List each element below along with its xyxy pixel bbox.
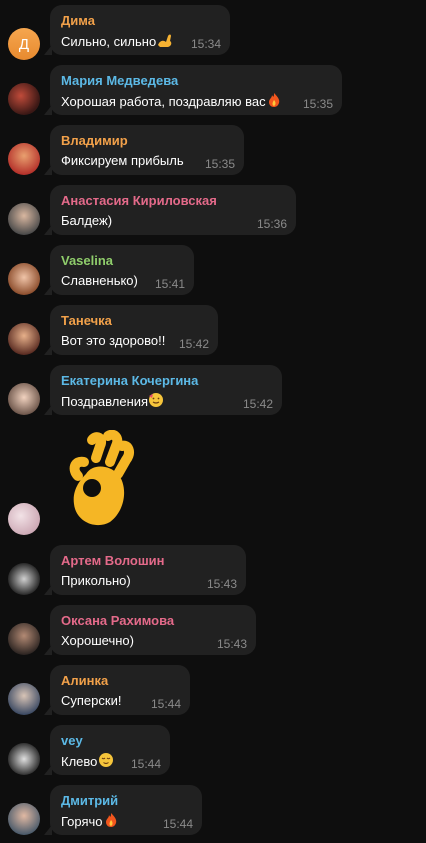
avatar-letter: Д xyxy=(18,35,30,53)
sender-name[interactable]: Алинка xyxy=(61,673,180,688)
sender-name[interactable]: Танечка xyxy=(61,313,208,328)
message-time: 15:43 xyxy=(216,637,247,651)
message-bubble[interactable]: Мария Медведева Хорошая работа, поздравл… xyxy=(44,65,342,115)
party-face-emoji xyxy=(148,392,165,412)
message-bubble[interactable]: Владимир Фиксируем прибыль 15:35 xyxy=(44,125,244,175)
message-bubble[interactable]: Оксана Рахимова Хорошечно) 15:43 xyxy=(44,605,256,655)
message-time: 15:36 xyxy=(256,217,287,231)
message-text: Клево xyxy=(61,754,98,769)
fire-emoji xyxy=(103,812,119,832)
avatar[interactable] xyxy=(8,803,40,835)
message-bubble[interactable]: Дима Сильно, сильно 15:34 xyxy=(44,5,230,55)
avatar[interactable]: Д xyxy=(8,28,40,60)
message-time: 15:42 xyxy=(178,337,209,351)
message-bubble[interactable]: Дмитрий Горячо 15:44 xyxy=(44,785,202,835)
message-text: Поздравления xyxy=(61,394,149,409)
message-time: 15:42 xyxy=(242,397,273,411)
message-bubble[interactable]: vey Клево 15:44 xyxy=(44,725,170,775)
fire-emoji xyxy=(266,92,282,112)
sender-name[interactable]: Оксана Рахимова xyxy=(61,613,246,628)
message-text: Хорошая работа, поздравляю вас xyxy=(61,94,266,109)
message-time: 15:44 xyxy=(162,817,193,831)
sender-name[interactable]: Анастасия Кириловская xyxy=(61,193,286,208)
message-time: 15:43 xyxy=(206,577,237,591)
avatar[interactable] xyxy=(8,203,40,235)
avatar[interactable] xyxy=(8,743,40,775)
message-bubble[interactable]: Екатерина Кочергина Поздравления 15:42 xyxy=(44,365,282,415)
sender-name[interactable]: Артем Волошин xyxy=(61,553,236,568)
avatar[interactable] xyxy=(8,263,40,295)
message-bubble[interactable]: Танечка Вот это здорово!! 15:42 xyxy=(44,305,218,355)
message-bubble[interactable]: Алинка Суперски! 15:44 xyxy=(44,665,190,715)
avatar[interactable] xyxy=(8,683,40,715)
message-time: 15:41 xyxy=(154,277,185,291)
message-text: Сильно, сильно xyxy=(61,34,157,49)
message-time: 15:34 xyxy=(190,37,221,51)
sender-name[interactable]: vey xyxy=(61,733,160,748)
relieved-face-emoji xyxy=(97,752,114,772)
sender-name[interactable]: Дмитрий xyxy=(61,793,192,808)
sender-name[interactable]: Дима xyxy=(61,13,220,28)
message-time: 15:35 xyxy=(204,157,235,171)
ok-hand-sticker[interactable] xyxy=(62,429,140,535)
message-bubble[interactable]: Артем Волошин Прикольно) 15:43 xyxy=(44,545,246,595)
avatar[interactable] xyxy=(8,623,40,655)
sender-name[interactable]: Vaselina xyxy=(61,253,184,268)
message-text: Горячо xyxy=(61,814,103,829)
message-time: 15:44 xyxy=(150,697,181,711)
message-bubble[interactable]: Vaselina Славненько) 15:41 xyxy=(44,245,194,295)
sender-name[interactable]: Екатерина Кочергина xyxy=(61,373,272,388)
avatar[interactable] xyxy=(8,503,40,535)
avatar[interactable] xyxy=(8,383,40,415)
muscle-emoji xyxy=(156,32,174,52)
message-time: 15:35 xyxy=(302,97,333,111)
message-text: Балдеж) xyxy=(61,213,113,228)
avatar[interactable] xyxy=(8,563,40,595)
avatar[interactable] xyxy=(8,83,40,115)
avatar[interactable] xyxy=(8,143,40,175)
message-bubble[interactable]: Анастасия Кириловская Балдеж) 15:36 xyxy=(44,185,296,235)
sender-name[interactable]: Мария Медведева xyxy=(61,73,332,88)
message-time: 15:44 xyxy=(130,757,161,771)
sender-name[interactable]: Владимир xyxy=(61,133,234,148)
avatar[interactable] xyxy=(8,323,40,355)
